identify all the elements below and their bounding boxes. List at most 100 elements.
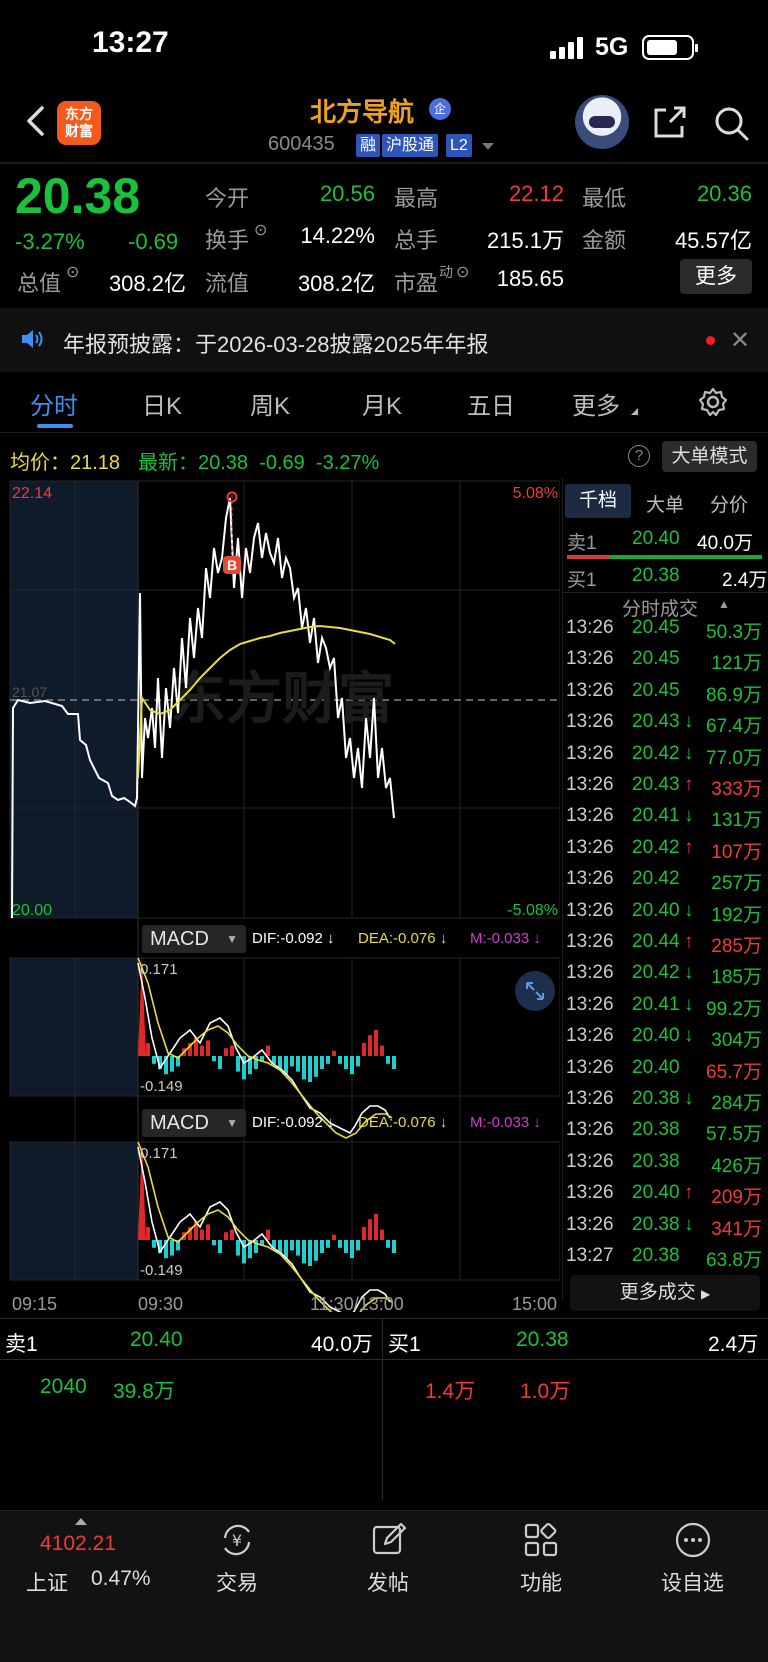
share-icon[interactable]	[650, 104, 688, 142]
macd-histogram-bar	[224, 1232, 228, 1240]
gear-icon[interactable]	[698, 387, 728, 417]
macd-histogram-bar	[392, 1240, 396, 1253]
macd-top-label: 0.171	[140, 1145, 178, 1162]
tab-qiandang[interactable]: 千档	[565, 484, 631, 518]
tab-more[interactable]: 更多	[572, 386, 620, 421]
enterprise-badge: 企	[429, 98, 451, 120]
divider	[0, 432, 768, 433]
macd-histogram-bar	[170, 1056, 174, 1072]
info-icon[interactable]: ⊙	[456, 262, 469, 282]
deal-price: 20.38	[632, 1213, 680, 1235]
deal-row: 13:26 20.40 ↑ 209万	[566, 1182, 762, 1213]
deal-direction: ↓	[684, 711, 694, 733]
search-icon[interactable]	[712, 104, 750, 142]
unread-dot	[706, 336, 715, 345]
tab-indicator	[37, 424, 73, 428]
deal-row: 13:26 20.41 ↓ 99.2万	[566, 994, 762, 1025]
deal-volume: 99.2万	[706, 998, 762, 1020]
deal-row: 13:26 20.38 426万	[566, 1151, 762, 1182]
tab-intraday[interactable]: 分时	[30, 386, 78, 421]
tab-monthly-k[interactable]: 月K	[362, 386, 402, 421]
deal-volume: 63.8万	[706, 1250, 762, 1271]
macd-histogram-bar	[326, 1240, 330, 1248]
sort-up-icon[interactable]: ▲	[718, 597, 730, 611]
info-icon[interactable]: ⊙	[66, 262, 79, 282]
macd-histogram-bar	[236, 1240, 240, 1256]
buy-marker-label: B	[227, 557, 237, 573]
tab-weekly-k[interactable]: 周K	[250, 386, 290, 421]
back-icon[interactable]	[20, 104, 54, 138]
deal-time: 13:27	[566, 1245, 614, 1266]
macd-histogram-bar	[344, 1056, 348, 1069]
info-icon[interactable]: ⊙	[254, 220, 267, 240]
help-icon[interactable]: ?	[628, 445, 650, 467]
macd-selector-1[interactable]: MACD ▼	[142, 925, 246, 953]
macd-histogram-bar	[380, 1229, 384, 1240]
tab-five-day[interactable]: 五日	[467, 386, 515, 421]
deal-row: 13:26 20.41 ↓ 131万	[566, 805, 762, 836]
deal-price: 20.38	[632, 1119, 680, 1141]
pe-label: 市盈	[394, 271, 439, 296]
index-value[interactable]: 4102.21	[40, 1532, 116, 1556]
macd-histogram-bar	[218, 1240, 222, 1253]
tag-margin: 融	[356, 134, 381, 157]
more-dots-icon[interactable]	[673, 1520, 713, 1560]
deal-direction: ↓	[684, 1088, 694, 1109]
nav-trade[interactable]: 交易	[216, 1567, 258, 1597]
post-icon[interactable]	[369, 1520, 409, 1560]
macd-histogram-bar	[314, 1240, 318, 1261]
deal-direction: ↓	[684, 962, 694, 984]
expand-up-icon[interactable]	[75, 1518, 87, 1525]
macd-histogram-bar	[302, 1056, 306, 1080]
status-time: 13:27	[92, 26, 169, 59]
macd-histogram-bar	[146, 1227, 150, 1240]
nav-add-watchlist[interactable]: 设自选	[661, 1567, 724, 1597]
index-pct[interactable]: 0.47%	[91, 1567, 151, 1591]
deal-price: 20.43	[632, 774, 680, 795]
close-icon[interactable]: ✕	[730, 326, 750, 355]
deal-price: 20.40	[632, 899, 680, 921]
deal-price: 20.42	[632, 868, 680, 890]
tab-daily-k[interactable]: 日K	[142, 386, 182, 421]
macd-histogram-bar	[206, 1040, 210, 1056]
macd-histogram-bar	[380, 1045, 384, 1056]
functions-icon[interactable]	[521, 1520, 561, 1560]
chevron-down-icon[interactable]	[482, 143, 494, 150]
current-price: 20.38	[15, 168, 141, 224]
big-order-mode-button[interactable]: 大单模式	[662, 441, 757, 472]
divider	[562, 592, 768, 593]
more-deals-button[interactable]: 更多成交 ▶	[570, 1275, 760, 1311]
intraday-chart[interactable]: 东方财富 B 22.14 20.00 21.07 5.08% -5.08% 0.…	[0, 478, 560, 1312]
status-indicators: 5G	[550, 30, 699, 64]
deal-direction: ↓	[684, 899, 694, 921]
nav-functions[interactable]: 功能	[520, 1567, 562, 1597]
deal-row: 13:26 20.40 ↓ 304万	[566, 1025, 762, 1056]
y-mid-label: 21.07	[12, 684, 47, 700]
signal-icon	[550, 35, 583, 59]
tab-price-dist[interactable]: 分价	[710, 490, 748, 517]
tab-big-orders[interactable]: 大单	[646, 490, 684, 517]
macd-histogram-bar	[374, 1030, 378, 1056]
high-label: 最高	[394, 186, 439, 211]
ob-buy-detail-a: 1.4万	[425, 1380, 476, 1403]
deal-direction: ↓	[684, 742, 694, 764]
network-label: 5G	[595, 32, 629, 61]
macd-histogram-bar	[362, 1227, 366, 1240]
market-cap-label: 总值	[17, 271, 62, 296]
nav-post[interactable]: 发帖	[367, 1567, 409, 1597]
stock-name[interactable]: 北方导航	[310, 92, 414, 129]
deal-time: 13:26	[566, 711, 614, 733]
buy1-vol: 2.4万	[722, 570, 768, 591]
avg-price-label: 均价：	[10, 452, 70, 474]
notice-text[interactable]: 年报预披露：于2026-03-28披露2025年年报	[63, 327, 488, 359]
trade-icon[interactable]: ¥	[217, 1520, 257, 1560]
time-label: 15:00	[512, 1294, 558, 1314]
more-button[interactable]: 更多	[680, 259, 752, 294]
index-name[interactable]: 上证	[26, 1567, 68, 1597]
macd-selector-2[interactable]: MACD ▼	[142, 1109, 246, 1137]
chevron-down-icon: ▼	[226, 932, 238, 946]
macd-histogram-bar	[170, 1240, 174, 1256]
deal-time: 13:26	[566, 774, 614, 795]
deal-volume: 426万	[711, 1155, 762, 1177]
deal-volume: 185万	[711, 967, 762, 989]
